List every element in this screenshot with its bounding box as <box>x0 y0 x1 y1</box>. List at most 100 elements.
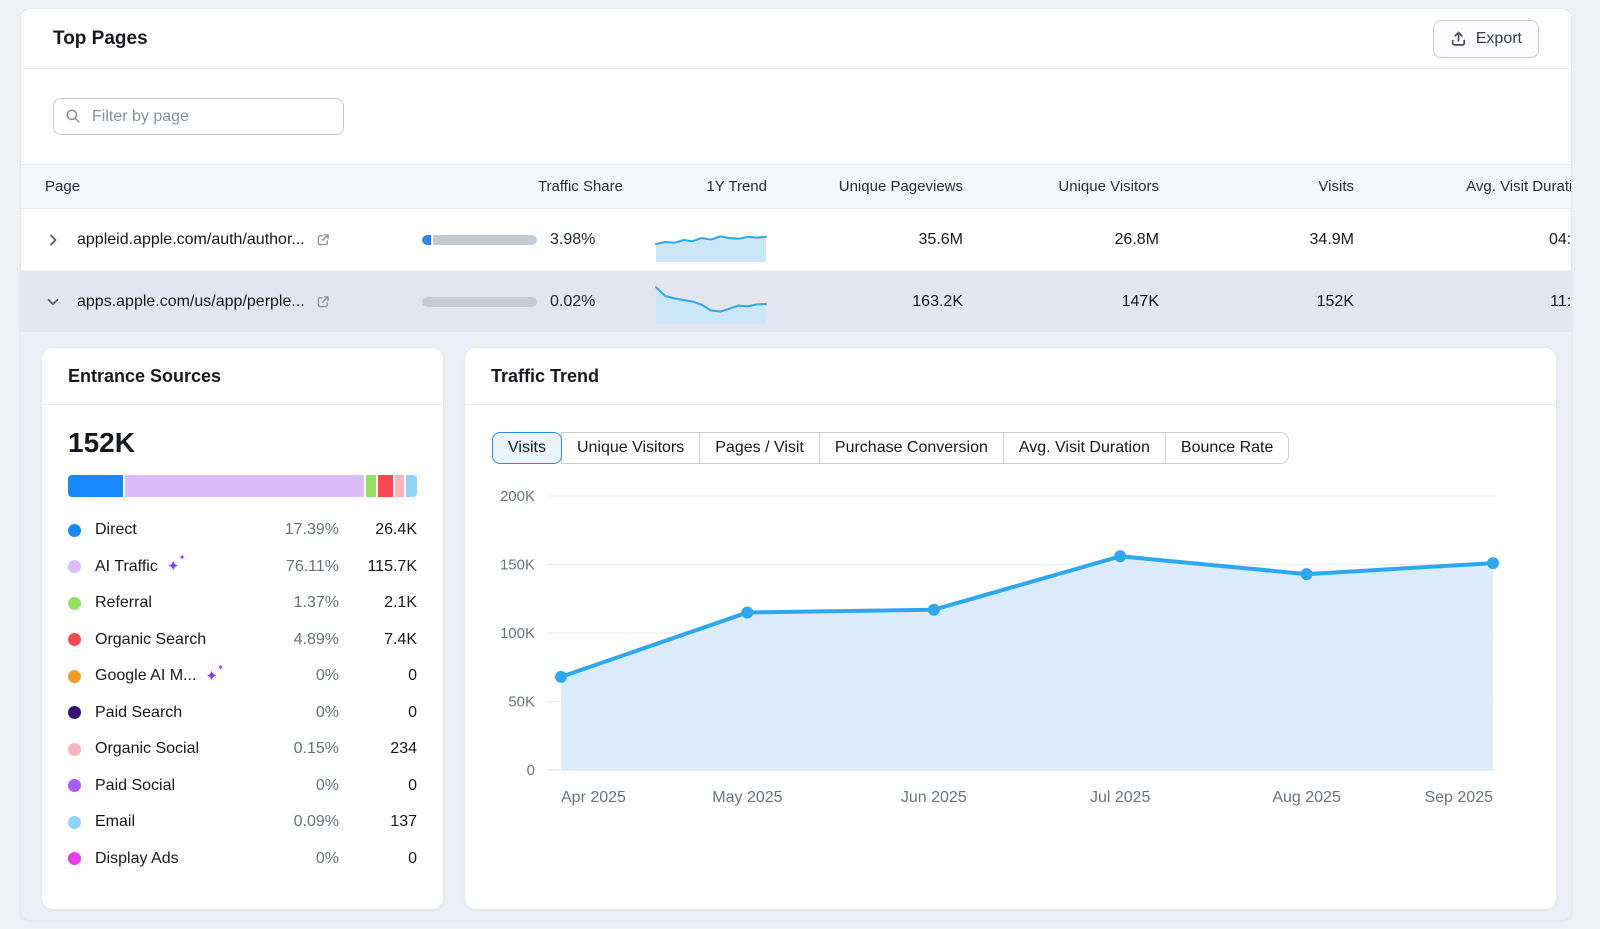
legend-color-dot <box>68 816 81 829</box>
unique-pageviews-value: 163.2K <box>791 293 987 311</box>
table-row[interactable]: apps.apple.com/us/app/perple... 0.02% 163.… <box>21 271 1572 333</box>
page-cell: apps.apple.com/us/app/perple... <box>21 293 416 311</box>
legend-color-dot <box>68 706 81 719</box>
traffic-share-track <box>433 235 537 245</box>
filter-row <box>21 69 1571 164</box>
trend-cell <box>631 217 791 263</box>
chart-point[interactable] <box>928 604 940 616</box>
x-axis-tick-label: Apr 2025 <box>561 789 626 806</box>
chevron-down-icon <box>45 294 61 310</box>
legend-percent: 0.09% <box>255 813 339 831</box>
legend-color-dot <box>68 633 81 646</box>
legend-item: Direct17.39%26.4K <box>68 512 417 549</box>
legend-value: 0 <box>339 850 417 868</box>
legend-percent: 0% <box>255 704 339 722</box>
trend-cell <box>631 279 791 325</box>
legend-label: Google AI M... <box>95 667 196 685</box>
legend-percent: 0% <box>255 667 339 685</box>
table-row[interactable]: appleid.apple.com/auth/author... 3.98% 35.… <box>21 209 1572 271</box>
filter-input[interactable] <box>53 98 344 135</box>
expand-row-button[interactable] <box>45 232 61 248</box>
legend-label: Organic Search <box>95 631 206 649</box>
legend-color-dot <box>68 743 81 756</box>
entrance-sources-legend: Direct17.39%26.4KAI Traffic✦✦76.11%115.7… <box>68 512 417 877</box>
entrance-sources-stacked-bar <box>68 475 417 497</box>
column-header-uv[interactable]: Unique Visitors <box>987 178 1183 195</box>
visits-value: 34.9M <box>1183 231 1378 249</box>
legend-color-dot <box>68 597 81 610</box>
expanded-detail-panel: Entrance Sources 152K Direct17.39%26.4KA… <box>21 333 1572 921</box>
column-header-avd[interactable]: Avg. Visit Duration <box>1378 178 1572 195</box>
column-header-upv[interactable]: Unique Pageviews <box>791 178 987 195</box>
ai-sparkle-icon: ✦✦ <box>205 669 218 684</box>
chart-area-fill <box>561 556 1493 770</box>
legend-item: Referral 1.37%2.1K <box>68 585 417 622</box>
traffic-trend-title: Traffic Trend <box>491 366 599 387</box>
legend-item: Display Ads0%0 <box>68 841 417 878</box>
page-url-link[interactable]: appleid.apple.com/auth/author... <box>77 231 305 249</box>
legend-value: 115.7K <box>339 558 417 576</box>
traffic-trend-card: Traffic Trend VisitsUnique VisitorsPages… <box>464 347 1557 910</box>
legend-percent: 1.37% <box>255 594 339 612</box>
column-header-share[interactable]: Traffic Share <box>416 178 631 195</box>
traffic-trend-chart[interactable]: 050K100K150K200KApr 2025May 2025Jun 2025… <box>485 478 1533 823</box>
column-header-visits[interactable]: Visits <box>1183 178 1378 195</box>
stackbar-segment-referral <box>366 475 377 497</box>
legend-value: 0 <box>339 667 417 685</box>
trend-sparkline <box>655 279 767 325</box>
tab-visits[interactable]: Visits <box>492 432 562 464</box>
page-cell: appleid.apple.com/auth/author... <box>21 231 416 249</box>
entrance-sources-total: 152K <box>68 427 417 459</box>
legend-item: Paid Search0%0 <box>68 695 417 732</box>
traffic-share-cell: 0.02% <box>416 293 631 311</box>
export-button[interactable]: Export <box>1433 20 1539 58</box>
y-axis-tick-label: 200K <box>500 488 535 505</box>
chart-point[interactable] <box>1114 550 1126 562</box>
legend-value: 0 <box>339 777 417 795</box>
tab-bounce-rate[interactable]: Bounce Rate <box>1165 432 1290 464</box>
column-header-trend[interactable]: 1Y Trend <box>631 178 791 195</box>
legend-label: Paid Search <box>95 704 182 722</box>
traffic-share-value: 0.02% <box>550 293 595 311</box>
chart-point[interactable] <box>1301 568 1313 580</box>
tab-pages-visit[interactable]: Pages / Visit <box>699 432 820 464</box>
legend-value: 7.4K <box>339 631 417 649</box>
legend-label: Display Ads <box>95 850 179 868</box>
trend-sparkline <box>655 217 767 263</box>
traffic-share-value: 3.98% <box>550 231 595 249</box>
legend-item: Organic Social0.15%234 <box>68 731 417 768</box>
visits-value: 152K <box>1183 293 1378 311</box>
chart-point[interactable] <box>1487 557 1499 569</box>
page-title: Top Pages <box>53 28 148 50</box>
open-page-button[interactable] <box>315 294 331 310</box>
stackbar-segment-organic-search <box>378 475 392 497</box>
page-url-link[interactable]: apps.apple.com/us/app/perple... <box>77 293 305 311</box>
traffic-share-bar <box>422 235 537 245</box>
legend-percent: 0.15% <box>255 740 339 758</box>
chart-point[interactable] <box>555 671 567 683</box>
entrance-sources-header: Entrance Sources <box>42 348 443 405</box>
legend-label: Email <box>95 813 135 831</box>
stackbar-segment-email <box>406 475 417 497</box>
x-axis-tick-label: Aug 2025 <box>1272 789 1341 806</box>
chart-point[interactable] <box>741 606 753 618</box>
top-pages-card: Top Pages Export PageTraffic Share1Y Tre… <box>20 8 1572 921</box>
open-page-button[interactable] <box>315 232 331 248</box>
tab-unique-visitors[interactable]: Unique Visitors <box>561 432 700 464</box>
entrance-sources-title: Entrance Sources <box>68 366 221 387</box>
stackbar-segment-organic-social <box>395 475 405 497</box>
legend-label: Direct <box>95 521 137 539</box>
x-axis-tick-label: Jul 2025 <box>1090 789 1151 806</box>
tab-avg-visit-duration[interactable]: Avg. Visit Duration <box>1003 432 1166 464</box>
legend-item: Paid Social0%0 <box>68 768 417 805</box>
avg-visit-duration-value: 04:25 <box>1378 231 1572 249</box>
legend-value: 2.1K <box>339 594 417 612</box>
column-header-page[interactable]: Page <box>21 178 416 195</box>
external-link-icon <box>315 294 331 310</box>
collapse-row-button[interactable] <box>45 294 61 310</box>
unique-pageviews-value: 35.6M <box>791 231 987 249</box>
entrance-sources-card: Entrance Sources 152K Direct17.39%26.4KA… <box>41 347 444 910</box>
legend-label: Referral <box>95 594 152 612</box>
y-axis-tick-label: 100K <box>500 625 535 642</box>
tab-purchase-conversion[interactable]: Purchase Conversion <box>819 432 1004 464</box>
